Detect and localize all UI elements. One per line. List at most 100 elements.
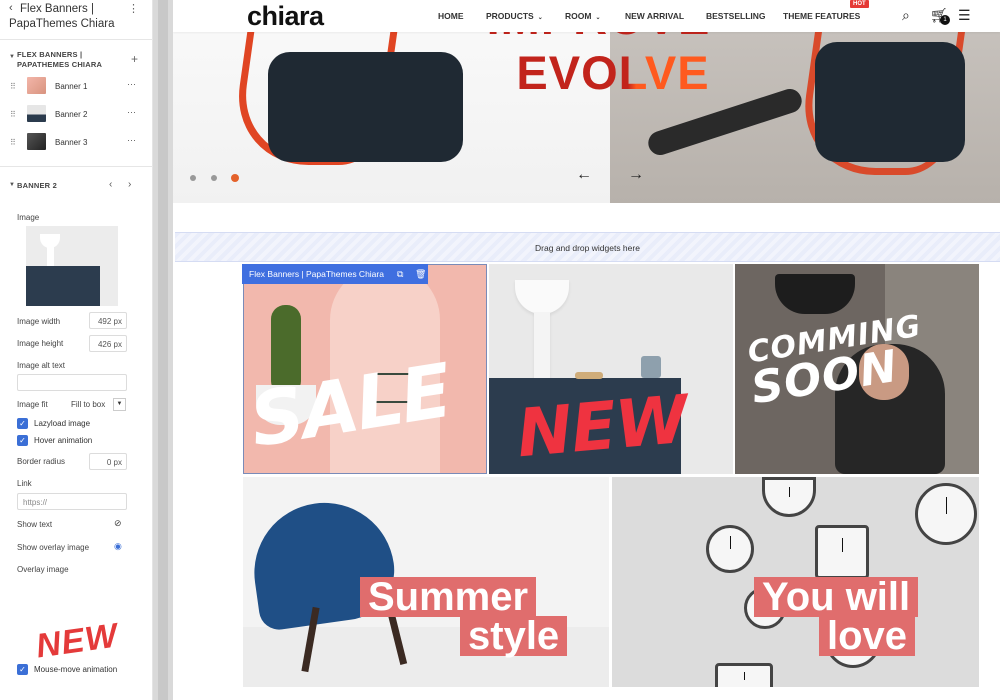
copy-icon[interactable]: ⧉	[397, 264, 403, 284]
clock-shape	[915, 483, 977, 545]
clock-shape	[706, 525, 754, 573]
site-logo[interactable]: chiara	[247, 1, 324, 32]
image-height-input[interactable]: 426 px	[89, 335, 127, 352]
nav-home[interactable]: HOME	[438, 11, 464, 21]
eye-slash-icon[interactable]: ⊘	[114, 518, 122, 529]
slider-dot-1[interactable]	[190, 175, 196, 181]
eye-icon[interactable]: ◉	[114, 541, 122, 552]
banner-sale[interactable]: SALE	[243, 264, 487, 474]
banner-1-label: Banner 1	[55, 82, 88, 91]
cup-shape	[641, 356, 661, 378]
style-text: style	[460, 616, 568, 656]
slider-next-arrow[interactable]: →	[628, 166, 644, 184]
scrollbar-thumb[interactable]	[158, 0, 168, 700]
vase-stem-shape	[47, 246, 54, 266]
sidebar-title-line1: Flex Banners |	[20, 3, 94, 15]
drag-handle-icon[interactable]: ⠿	[10, 82, 16, 91]
new-overlay-badge: NEW	[33, 616, 121, 666]
image-fit-value[interactable]: Fill to box	[71, 400, 105, 409]
lazyload-label: Lazyload image	[34, 419, 91, 428]
page-canvas: IMPROVE EVOLVE ← → chiara HOME PRODUCTS⌄…	[173, 0, 1000, 700]
love-text: love	[819, 616, 916, 656]
link-input[interactable]: https://	[17, 493, 127, 510]
banner-new[interactable]: NEW	[489, 264, 733, 474]
summer-text: Summer	[360, 577, 537, 617]
banner-you-will-love[interactable]: You will love	[612, 477, 979, 687]
section-title-line2: PAPATHEMES CHIARA	[17, 60, 103, 69]
trash-icon[interactable]: 🗑︎	[415, 264, 426, 284]
overlay-image-label: Overlay image	[17, 565, 69, 574]
section-flex-banners-title: FLEX BANNERS | PAPATHEMES CHIARA	[17, 50, 102, 70]
bowl-shape	[575, 372, 603, 379]
banner-coming-soon[interactable]: COMMING SOON	[735, 264, 979, 474]
hot-badge: HOT	[850, 0, 869, 8]
image-fit-label: Image fit	[17, 400, 48, 409]
vase-shape	[515, 280, 569, 314]
nav-bestselling[interactable]: BESTSELLING	[706, 11, 766, 21]
list-item-banner-3[interactable]: ⠿ Banner 3 ···	[0, 133, 153, 155]
nav-bestselling-label: BESTSELLING	[706, 11, 766, 21]
editor-sidebar: ‹ Flex Banners | PapaThemes Chiara ⋮ ▼ F…	[0, 0, 153, 700]
banner-3-label: Banner 3	[55, 138, 88, 147]
list-item-banner-2[interactable]: ⠿ Banner 2 ···	[0, 105, 153, 127]
link-label: Link	[17, 479, 32, 488]
item-more-icon[interactable]: ···	[127, 135, 136, 145]
banner-summer-style[interactable]: Summer style	[243, 477, 609, 687]
widget-toolbar-title: Flex Banners | PapaThemes Chiara	[249, 269, 384, 279]
clock-shape	[815, 525, 869, 579]
slider-dot-3[interactable]	[231, 174, 239, 182]
hover-animation-label: Hover animation	[34, 436, 93, 445]
image-height-label: Image height	[17, 339, 64, 348]
section-banner-2-header[interactable]: ▼ BANNER 2 ‹ ›	[0, 179, 153, 201]
dropdown-arrow-icon[interactable]: ▼	[113, 398, 126, 411]
slider-dot-2[interactable]	[211, 175, 217, 181]
section-flex-banners-header[interactable]: ▼ FLEX BANNERS | PAPATHEMES CHIARA +	[0, 50, 153, 72]
nav-products-label: PRODUCTS	[486, 11, 534, 21]
item-more-icon[interactable]: ···	[127, 79, 136, 89]
cart-count-badge: 1	[940, 15, 950, 25]
caret-down-icon: ▼	[9, 54, 15, 60]
image-alt-text-input[interactable]	[17, 374, 127, 391]
prev-banner-icon[interactable]: ‹	[109, 179, 112, 190]
border-radius-label: Border radius	[17, 457, 66, 466]
site-header: chiara HOME PRODUCTS ⌄ ROOM ⌄ NEW ARRIVAL …	[173, 0, 1000, 32]
sidebar-scrollbar[interactable]	[153, 0, 173, 700]
caret-down-icon: ▼	[9, 182, 15, 188]
nav-new-arrival[interactable]: NEW ARRIVAL	[625, 11, 684, 21]
vase-stem-shape	[534, 312, 550, 378]
border-radius-input[interactable]: 0 px	[89, 453, 127, 470]
cabinet-shape	[26, 266, 100, 306]
nav-products[interactable]: PRODUCTS ⌄	[486, 11, 543, 21]
lazyload-checkbox[interactable]: ✓	[17, 418, 28, 429]
widget-toolbar[interactable]: Flex Banners | PapaThemes Chiara ⧉ 🗑︎	[242, 264, 428, 284]
more-options-icon[interactable]: ⋮	[128, 2, 139, 15]
sidebar-title: Flex Banners | PapaThemes Chiara	[9, 2, 135, 32]
mouse-move-checkbox[interactable]: ✓	[17, 664, 28, 675]
add-banner-icon[interactable]: +	[131, 52, 138, 66]
image-width-label: Image width	[17, 317, 61, 326]
hero-line-2: EVOLVE	[173, 45, 1000, 100]
next-banner-icon[interactable]: ›	[128, 179, 131, 190]
image-width-input[interactable]: 492 px	[89, 312, 127, 329]
nav-new-arrival-label: NEW ARRIVAL	[625, 11, 685, 21]
chevron-down-icon: ⌄	[595, 15, 601, 21]
lamp-shape	[775, 274, 855, 314]
slider-prev-arrow[interactable]: ←	[576, 166, 592, 184]
divider	[0, 166, 153, 167]
image-preview[interactable]	[26, 226, 118, 306]
list-item-banner-1[interactable]: ⠿ Banner 1 ···	[0, 77, 153, 99]
section-banner-2-title: BANNER 2	[17, 181, 57, 190]
hover-animation-checkbox[interactable]: ✓	[17, 435, 28, 446]
search-icon[interactable]: ⌕	[902, 7, 910, 24]
back-icon[interactable]: ‹	[9, 2, 13, 14]
drag-handle-icon[interactable]: ⠿	[10, 110, 16, 119]
banner-3-thumbnail	[27, 133, 46, 150]
item-more-icon[interactable]: ···	[127, 107, 136, 117]
nav-room[interactable]: ROOM ⌄	[565, 11, 600, 21]
nav-home-label: HOME	[438, 11, 464, 21]
hamburger-menu-icon[interactable]: ☰	[958, 7, 971, 24]
drag-handle-icon[interactable]: ⠿	[10, 138, 16, 147]
show-text-label: Show text	[17, 520, 53, 529]
widget-dropzone[interactable]: Drag and drop widgets here	[175, 232, 1000, 262]
nav-theme-features[interactable]: THEME FEATURES	[783, 11, 860, 21]
